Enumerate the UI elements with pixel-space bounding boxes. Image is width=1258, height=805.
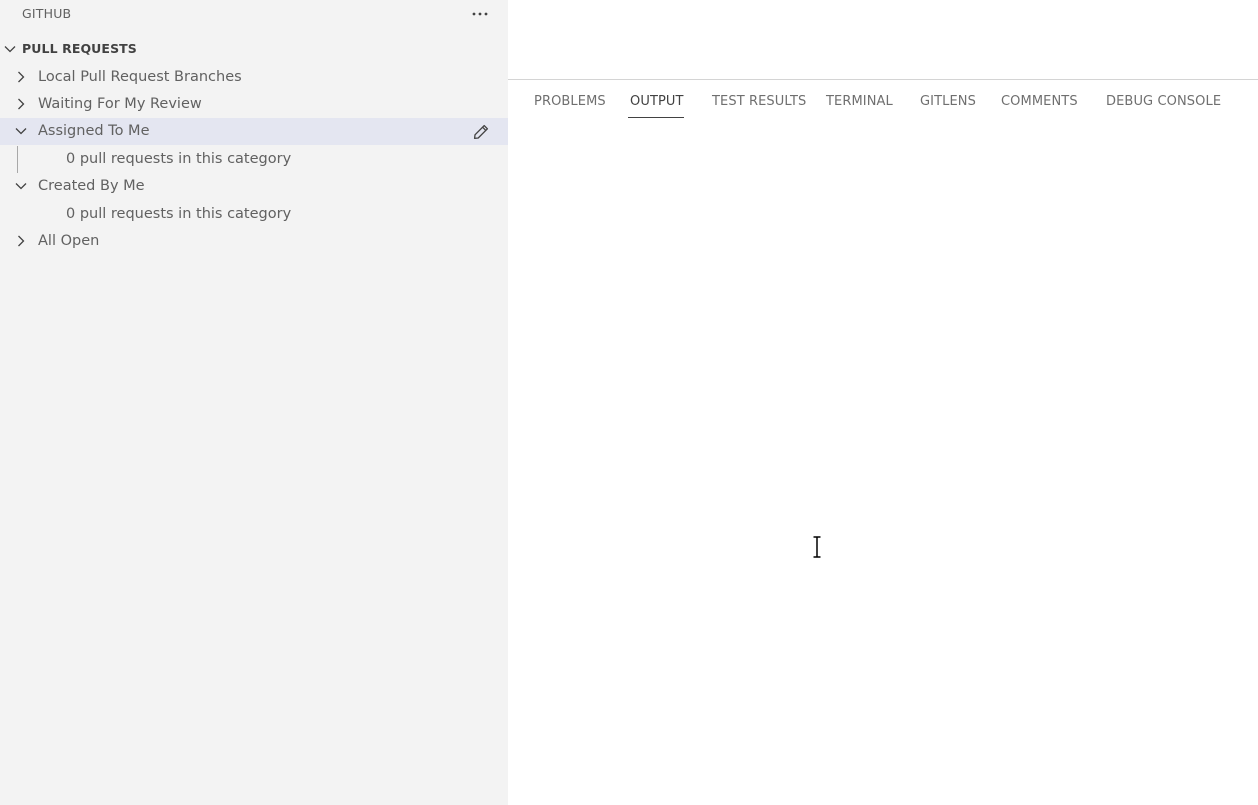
view-header: GITHUB xyxy=(0,0,508,28)
edit-query-button[interactable] xyxy=(470,121,492,143)
view-title: GITHUB xyxy=(22,6,72,21)
chevron-right-icon xyxy=(18,235,25,247)
tree-item-assigned-to-me[interactable]: Assigned To Me xyxy=(0,118,508,145)
tab-gitlens[interactable]: GITLENS xyxy=(920,94,976,109)
chevron-down-icon xyxy=(15,128,27,135)
section-header-pull-requests[interactable]: PULL REQUESTS xyxy=(0,38,508,60)
tab-terminal[interactable]: TERMINAL xyxy=(826,94,893,109)
indent-guide xyxy=(17,146,18,173)
tab-test-results[interactable]: TEST RESULTS xyxy=(712,94,806,109)
tab-debug-console[interactable]: DEBUG CONSOLE xyxy=(1106,94,1221,109)
active-tab-indicator xyxy=(628,117,684,118)
tree-item-label: Local Pull Request Branches xyxy=(38,69,242,85)
tab-comments[interactable]: COMMENTS xyxy=(1001,94,1078,109)
tree-item-label: Created By Me xyxy=(38,178,145,194)
tab-problems[interactable]: PROBLEMS xyxy=(534,94,606,109)
tree-item-label: 0 pull requests in this category xyxy=(66,151,292,167)
tree-item-empty-assigned[interactable]: 0 pull requests in this category xyxy=(0,146,508,173)
main-area: PROBLEMS OUTPUT TEST RESULTS TERMINAL GI… xyxy=(508,0,1258,805)
tree-item-waiting-for-my-review[interactable]: Waiting For My Review xyxy=(0,91,508,118)
chevron-right-icon xyxy=(18,71,25,83)
tree-item-label: Assigned To Me xyxy=(38,123,150,139)
chevron-down-icon xyxy=(4,46,16,53)
sidebar: GITHUB PULL REQUESTS Local Pull Request … xyxy=(0,0,508,805)
tree-item-label: Waiting For My Review xyxy=(38,96,202,112)
tree-item-local-pull-request-branches[interactable]: Local Pull Request Branches xyxy=(0,64,508,91)
chevron-right-icon xyxy=(18,98,25,110)
tree-item-all-open[interactable]: All Open xyxy=(0,228,508,255)
tree-item-label: 0 pull requests in this category xyxy=(66,206,292,222)
panel-tab-bar: PROBLEMS OUTPUT TEST RESULTS TERMINAL GI… xyxy=(508,80,1258,120)
more-actions-button[interactable] xyxy=(468,3,492,25)
ellipsis-icon xyxy=(472,12,488,16)
tree-item-created-by-me[interactable]: Created By Me xyxy=(0,173,508,200)
output-panel-content[interactable] xyxy=(508,121,1258,805)
tree-item-empty-created[interactable]: 0 pull requests in this category xyxy=(0,201,508,228)
tab-output[interactable]: OUTPUT xyxy=(630,94,684,109)
pencil-icon xyxy=(473,124,489,140)
chevron-down-icon xyxy=(15,183,27,190)
vscode-window: GITHUB PULL REQUESTS Local Pull Request … xyxy=(0,0,1258,805)
section-title: PULL REQUESTS xyxy=(22,41,137,56)
text-cursor-icon xyxy=(813,536,821,558)
tree-item-label: All Open xyxy=(38,233,100,249)
